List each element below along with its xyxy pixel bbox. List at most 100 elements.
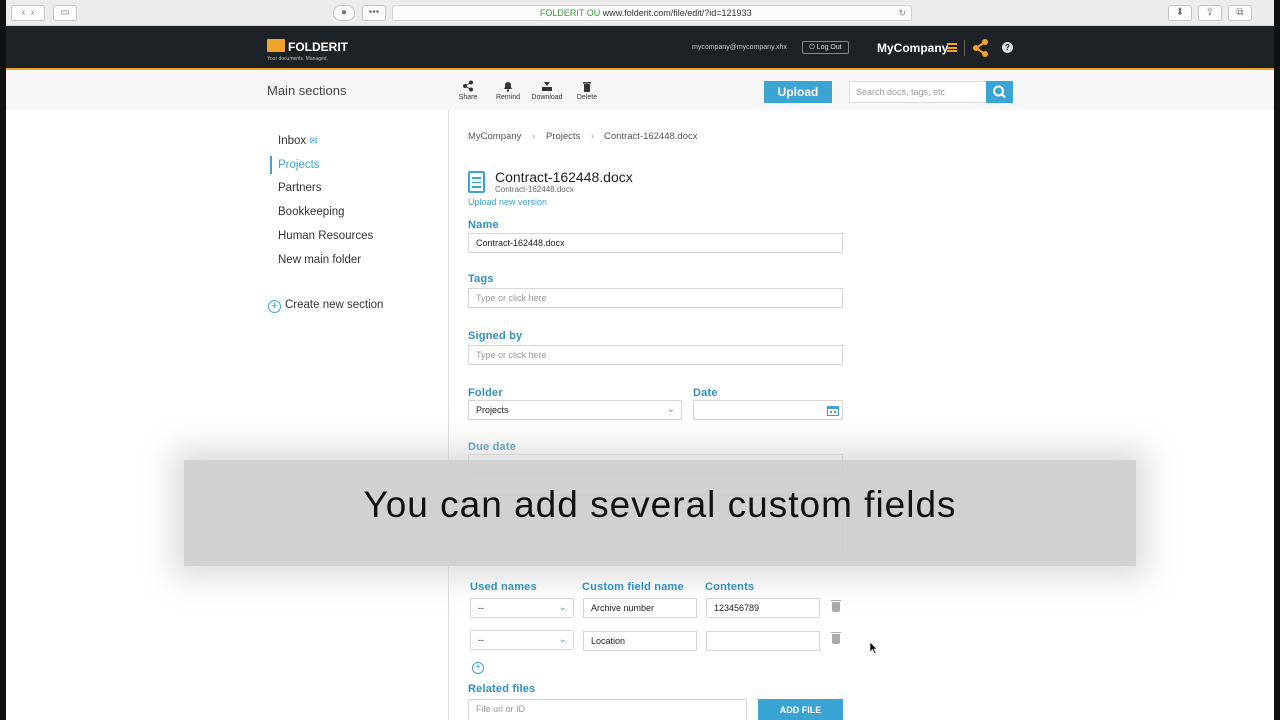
caption-text: You can add several custom fields [363, 484, 957, 525]
delete-label: Delete [576, 94, 598, 101]
secure-lock-label: FOLDERIT OU [539, 8, 601, 18]
folder-select[interactable]: Projects ⌄ [468, 400, 682, 420]
active-indicator [270, 156, 272, 174]
date-label: Date [693, 387, 718, 399]
used-names-select[interactable]: -- ⌄ [470, 630, 574, 650]
user-email: mycompany@mycompany.xhx [692, 44, 787, 51]
custom-field-name-input[interactable]: Archive number [583, 598, 697, 618]
add-file-button[interactable]: ADD FILE [758, 699, 843, 720]
video-caption-overlay: You can add several custom fields [184, 460, 1136, 566]
custom-field-name-header: Custom field name [582, 581, 684, 593]
envelope-icon: ✉ [309, 136, 318, 147]
signed-by-input[interactable]: Type or click here [468, 345, 843, 365]
back-forward-buttons[interactable]: ‹ › [11, 5, 45, 21]
downloads-icon[interactable]: ⬇ [1168, 5, 1192, 21]
breadcrumb-item[interactable]: MyCompany [468, 131, 521, 142]
browser-toolbar: ‹ › ▭ ● ••• FOLDERIT OU www.folderit.com… [6, 0, 1274, 26]
logout-button[interactable]: ⏻ Log Out [802, 41, 849, 54]
sidebar-toggle-icon[interactable]: ▭ [53, 5, 77, 21]
logo-tagline: Your documents. Managed. [267, 56, 328, 62]
main-sections-title: Main sections [267, 83, 347, 98]
tags-label: Tags [468, 273, 494, 285]
used-name-value: -- [478, 603, 484, 613]
search-icon [993, 85, 1006, 99]
due-date-label: Due date [468, 441, 517, 453]
document-icon [468, 171, 485, 193]
folderit-logo[interactable]: FOLDERIT Your documents. Managed. [267, 38, 357, 62]
chevron-down-icon: ⌄ [558, 634, 567, 645]
sidebar-item-new-main-folder[interactable]: New main folder [278, 254, 361, 266]
delete-row-icon[interactable] [831, 632, 841, 644]
upload-button[interactable]: Upload [764, 81, 832, 103]
plus-circle-icon: + [268, 300, 281, 313]
related-file-input[interactable]: File url or ID [468, 699, 747, 720]
chevron-down-icon: ⌄ [558, 602, 567, 613]
logout-label: Log Out [816, 44, 842, 51]
custom-field-name-input[interactable]: Location [583, 631, 697, 651]
name-input[interactable]: Contract-162448.docx [468, 233, 843, 253]
search-button[interactable] [986, 81, 1013, 103]
logo-name: FOLDERIT [288, 40, 348, 54]
sidebar-item-projects[interactable]: Projects [278, 159, 320, 171]
share-browser-icon[interactable]: ⇪ [1198, 5, 1222, 21]
help-icon[interactable]: ? [1002, 42, 1013, 53]
used-name-value: -- [478, 635, 484, 645]
company-name[interactable]: MyCompany [877, 41, 948, 55]
folder-value: Projects [476, 405, 509, 415]
chevron-right-icon: › [532, 131, 535, 141]
tabs-icon[interactable]: ⧉ [1228, 5, 1252, 21]
remind-label: Remind [495, 94, 521, 101]
reload-icon[interactable]: ↻ [898, 6, 906, 20]
address-bar[interactable]: FOLDERIT OU www.folderit.com/file/edit/?… [392, 5, 912, 21]
search-input[interactable]: Search docs, tags, etc [849, 81, 987, 103]
delete-button[interactable]: Delete [567, 80, 607, 101]
tags-input[interactable]: Type or click here [468, 288, 843, 308]
chevron-right-icon: › [591, 131, 594, 141]
remind-button[interactable]: Remind [488, 80, 528, 101]
header-divider [964, 40, 965, 56]
sidebar-item-label: Inbox [278, 135, 307, 147]
sidebar-item-inbox[interactable]: Inbox ✉ [278, 135, 318, 147]
trash-icon [583, 82, 591, 92]
create-section-button[interactable]: + Create new section [268, 299, 383, 313]
extensions-icon[interactable]: ••• [362, 5, 386, 21]
contents-header: Contents [705, 581, 755, 593]
calendar-icon[interactable] [827, 405, 839, 416]
custom-field-contents-input[interactable] [706, 631, 820, 651]
add-custom-field-icon[interactable]: + [472, 662, 484, 674]
name-label: Name [468, 219, 499, 231]
power-icon: ⏻ [809, 44, 815, 51]
bell-icon [504, 82, 512, 92]
breadcrumb-item[interactable]: Projects [546, 131, 580, 142]
share-small-icon [463, 80, 473, 92]
download-icon [542, 82, 552, 91]
adblock-icon[interactable]: ● [333, 5, 355, 21]
signed-by-label: Signed by [468, 330, 523, 342]
app-header: FOLDERIT Your documents. Managed. mycomp… [6, 26, 1274, 70]
custom-field-contents-input[interactable]: 123456789 [706, 598, 820, 618]
used-names-select[interactable]: -- ⌄ [470, 598, 574, 618]
chevron-down-icon: ⌄ [666, 404, 675, 415]
file-title: Contract-162448.docx [495, 169, 633, 185]
related-files-label: Related files [468, 683, 536, 695]
breadcrumb-item: Contract-162448.docx [604, 131, 698, 142]
upload-new-version-link[interactable]: Upload new version [468, 197, 547, 207]
delete-row-icon[interactable] [831, 600, 841, 612]
action-toolbar: Main sections Share Remind Download Dele… [6, 72, 1274, 110]
share-button[interactable]: Share [448, 80, 488, 101]
url-text: www.folderit.com/file/edit/?id=121933 [602, 8, 752, 18]
date-input[interactable] [693, 400, 843, 420]
share-label: Share [458, 94, 478, 101]
file-subtitle: Contract-162448.docx [495, 185, 574, 194]
create-section-label: Create new section [285, 299, 384, 311]
download-label: Download [531, 94, 563, 101]
used-names-header: Used names [470, 581, 537, 593]
download-button[interactable]: Download [527, 80, 567, 101]
share-icon[interactable] [972, 38, 990, 58]
sidebar-item-partners[interactable]: Partners [278, 182, 321, 194]
folder-label: Folder [468, 387, 503, 399]
hamburger-menu-icon[interactable] [947, 43, 957, 52]
sidebar-item-human-resources[interactable]: Human Resources [278, 230, 373, 242]
sidebar-item-bookkeeping[interactable]: Bookkeeping [278, 206, 345, 218]
sidebar-divider [448, 110, 449, 720]
